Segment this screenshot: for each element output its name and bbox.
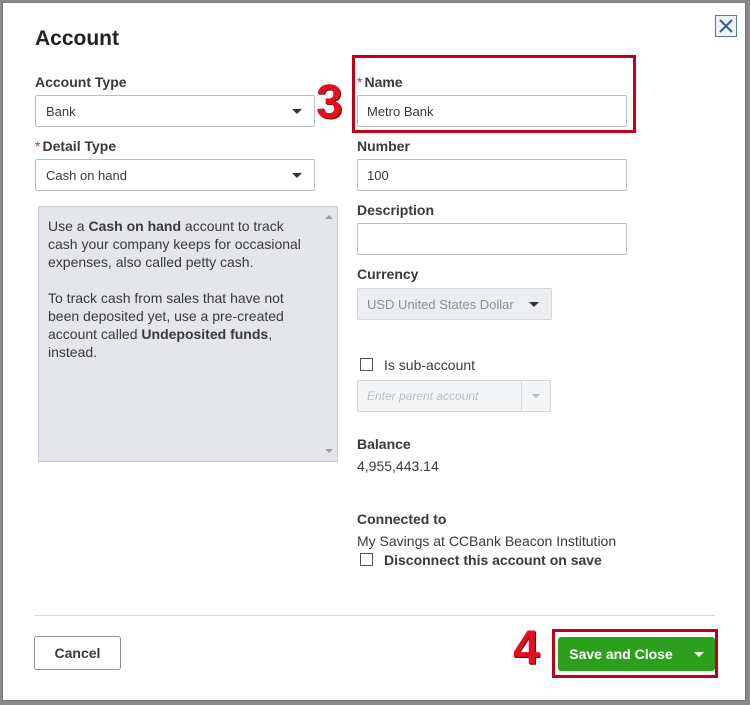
chevron-down-icon (529, 302, 539, 307)
account-dialog: Account Account Type Bank * Detail Type C… (2, 2, 746, 701)
balance-value: 4,955,443.14 (357, 458, 439, 474)
detail-type-select[interactable]: Cash on hand (35, 159, 315, 191)
account-type-value: Bank (46, 103, 76, 119)
currency-select[interactable]: USD United States Dollar (357, 288, 552, 320)
sub-account-checkbox[interactable] (360, 358, 373, 371)
step-3-marker: 3 (316, 76, 343, 129)
number-input[interactable]: 100 (357, 159, 627, 191)
step-4-marker: 4 (513, 622, 540, 675)
description-label: Description (357, 202, 435, 218)
cancel-button[interactable]: Cancel (34, 636, 121, 670)
parent-account-select[interactable]: Enter parent account (357, 380, 551, 412)
scroll-up-icon[interactable] (325, 215, 333, 219)
detail-type-value: Cash on hand (46, 167, 127, 183)
currency-label: Currency (357, 266, 419, 282)
chevron-down-icon (532, 394, 540, 398)
disconnect-checkbox[interactable] (360, 553, 373, 566)
save-highlight-box (552, 629, 718, 678)
connected-value: My Savings at CCBank Beacon Institution (357, 533, 617, 549)
sub-account-label: Is sub-account (384, 357, 476, 373)
detail-type-description: Use a Cash on hand account to track cash… (38, 206, 338, 462)
chevron-down-icon (292, 109, 302, 114)
footer-divider (35, 615, 715, 616)
dialog-title: Account (35, 27, 119, 50)
currency-value: USD United States Dollar (367, 296, 514, 312)
parent-account-placeholder: Enter parent account (367, 389, 479, 403)
detail-type-label: * Detail Type (35, 138, 117, 154)
close-icon (719, 19, 733, 33)
description-paragraph-1: Use a Cash on hand account to track cash… (48, 218, 301, 270)
close-button[interactable] (715, 15, 737, 37)
account-type-select[interactable]: Bank (35, 95, 315, 127)
description-scrollbar[interactable] (321, 207, 337, 461)
name-highlight-box (352, 55, 636, 133)
description-paragraph-2: To track cash from sales that have not b… (48, 290, 284, 360)
balance-label: Balance (357, 436, 411, 452)
disconnect-label: Disconnect this account on save (384, 552, 602, 568)
description-input[interactable] (357, 223, 627, 255)
chevron-down-icon (292, 173, 302, 178)
select-divider (521, 381, 522, 411)
number-label: Number (357, 138, 410, 154)
connected-label: Connected to (357, 511, 447, 527)
required-asterisk: * (35, 138, 41, 154)
account-type-label: Account Type (35, 74, 127, 90)
scroll-down-icon[interactable] (325, 449, 333, 453)
